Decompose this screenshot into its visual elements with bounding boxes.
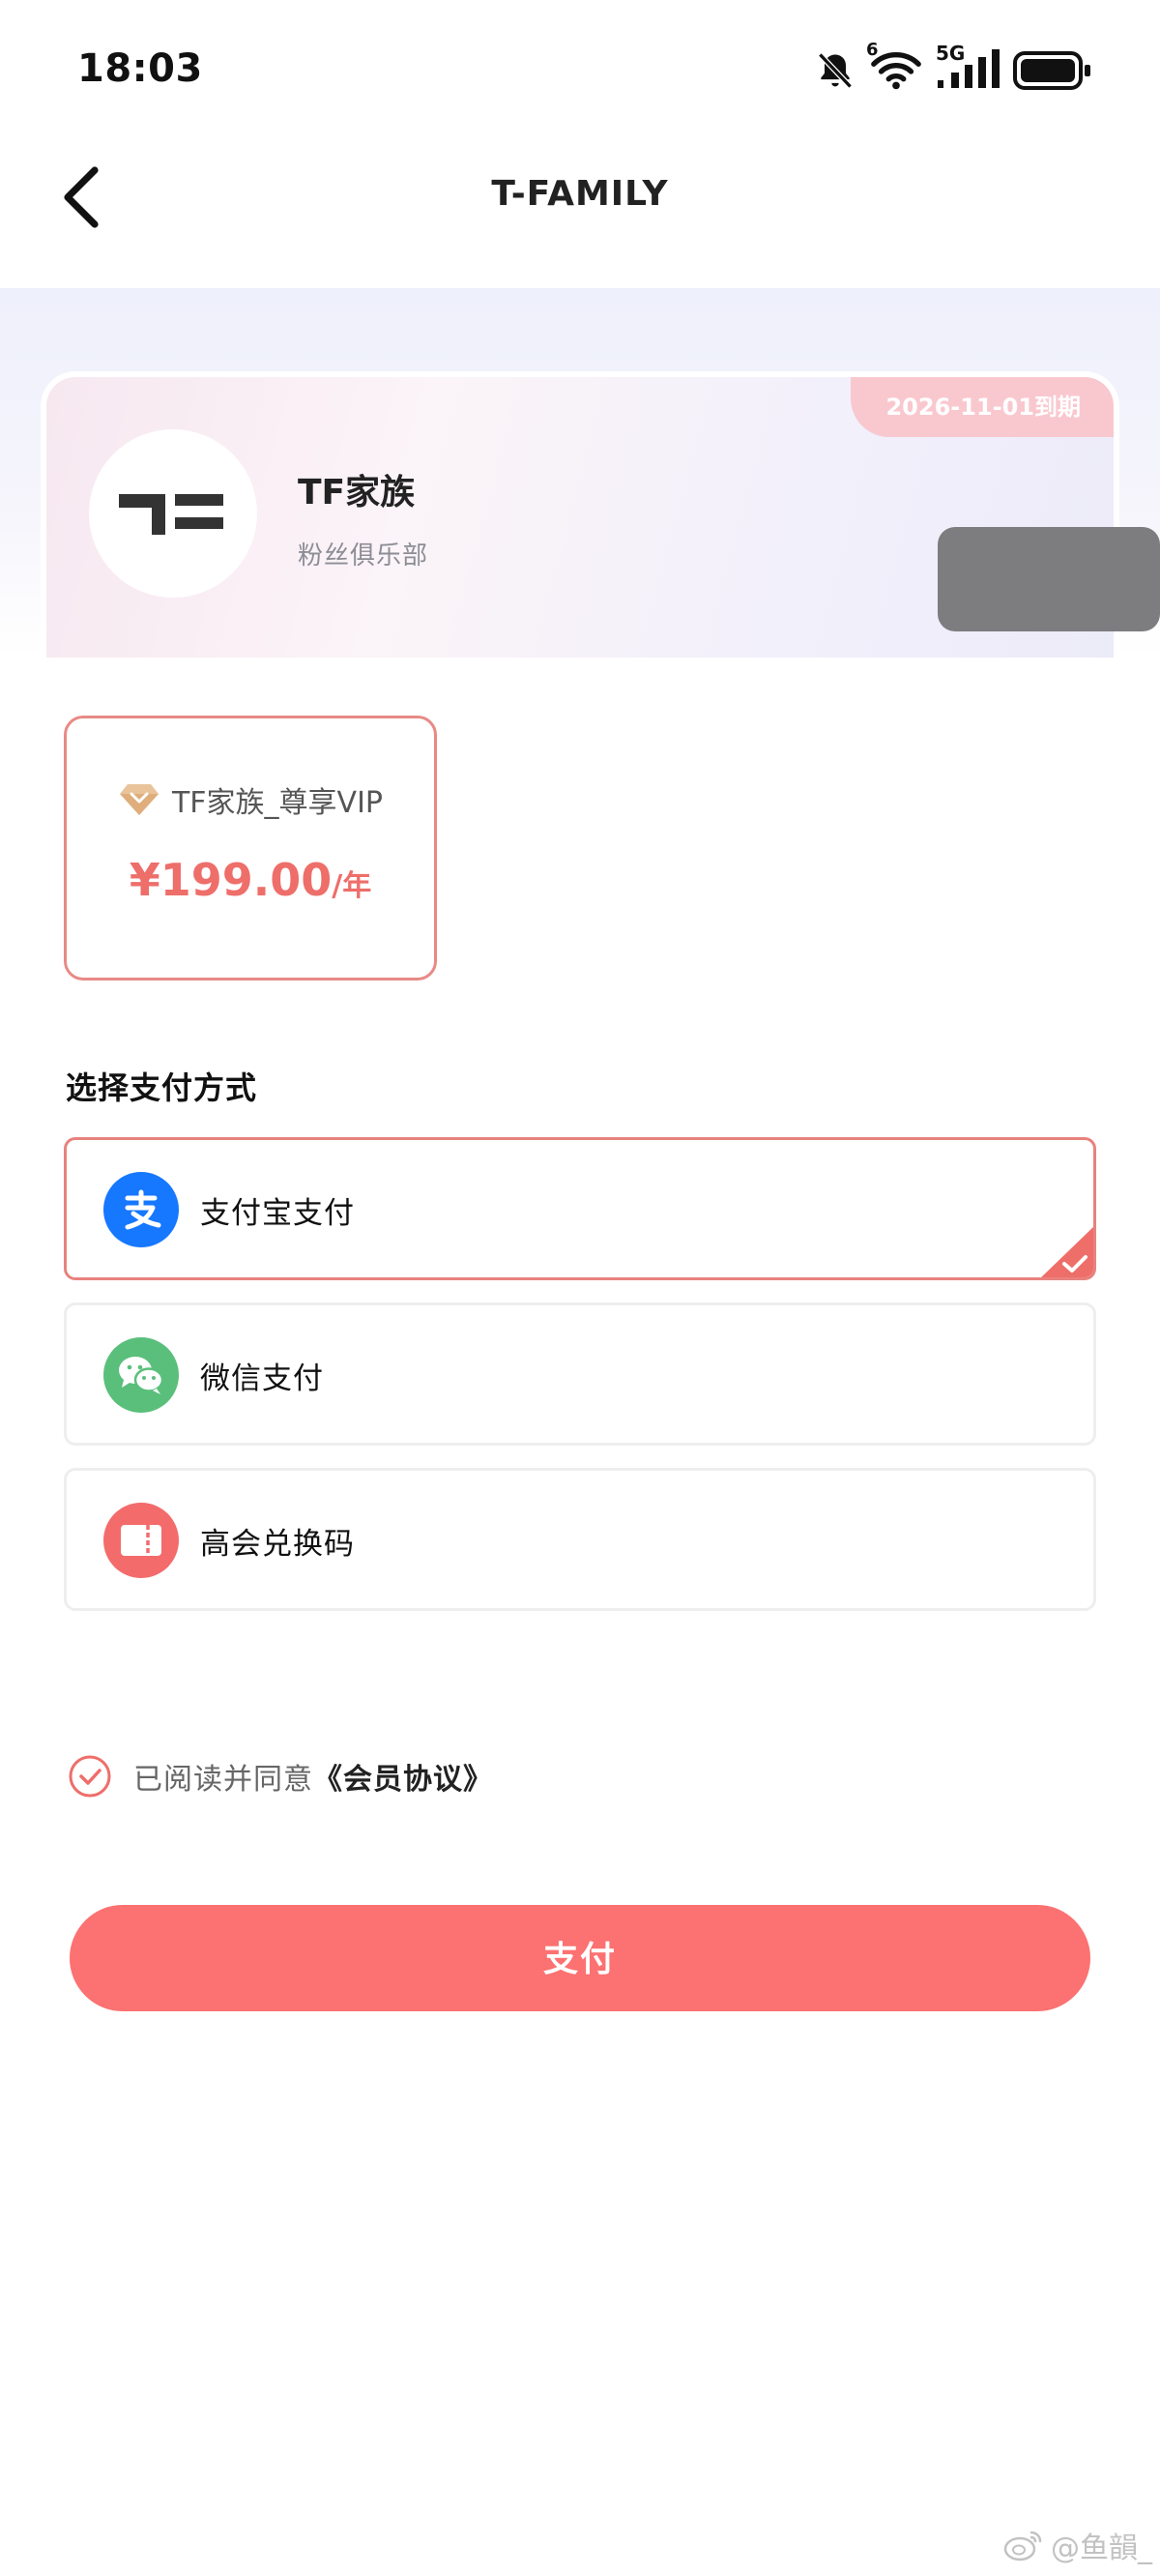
bell-muted-icon bbox=[814, 49, 856, 92]
nav-bar: T-FAMILY bbox=[0, 145, 1160, 251]
plan-card-vip[interactable]: TF家族_尊享VIP ¥199.00/年 bbox=[64, 716, 437, 981]
battery-icon bbox=[1013, 49, 1092, 92]
ticket-icon bbox=[103, 1503, 179, 1578]
weibo-icon bbox=[1003, 2531, 1042, 2561]
status-time: 18:03 bbox=[77, 46, 203, 91]
agreement-checkbox-icon[interactable] bbox=[68, 1754, 112, 1799]
agreement-row[interactable]: 已阅读并同意《会员协议》 bbox=[68, 1754, 493, 1799]
club-subtitle: 粉丝俱乐部 bbox=[298, 542, 429, 571]
plan-name: TF家族_尊享VIP bbox=[171, 786, 384, 820]
expiry-badge: 2026-11-01到期 bbox=[851, 377, 1114, 437]
payment-option-wechat[interactable]: 微信支付 bbox=[64, 1303, 1096, 1446]
network-label: 5G bbox=[936, 42, 966, 65]
wifi-icon: 6 bbox=[866, 42, 922, 92]
diamond-icon bbox=[119, 784, 159, 815]
agreement-link[interactable]: 《会员协议》 bbox=[313, 1763, 493, 1797]
payment-option-alipay[interactable]: 支付宝支付 bbox=[64, 1137, 1096, 1280]
status-icons: 6 5G bbox=[814, 42, 1092, 95]
agreement-text: 已阅读并同意 bbox=[133, 1763, 313, 1797]
watermark: @鱼韻_ bbox=[1002, 2524, 1152, 2566]
pay-button[interactable]: 支付 bbox=[70, 1905, 1090, 2011]
watermark-text: @鱼韻_ bbox=[1051, 2532, 1152, 2565]
plan-price-row: ¥199.00/年 bbox=[67, 854, 434, 906]
plan-unit: /年 bbox=[332, 869, 372, 903]
plan-price: ¥199.00 bbox=[129, 854, 333, 906]
status-bar: 18:03 6 5G bbox=[0, 0, 1160, 145]
selected-check-icon bbox=[1041, 1226, 1093, 1277]
payment-page: 18:03 6 5G T-FAMILY 2026-11-01到期 TF家族 粉丝… bbox=[0, 0, 1160, 2576]
signal-icon: 5G bbox=[936, 44, 1000, 92]
alipay-icon bbox=[103, 1172, 179, 1247]
club-name: TF家族 bbox=[298, 473, 416, 512]
payment-option-redeem-code[interactable]: 高会兑换码 bbox=[64, 1468, 1096, 1611]
wechat-icon bbox=[103, 1337, 179, 1413]
payment-option-label: 支付宝支付 bbox=[200, 1196, 355, 1231]
page-title: T-FAMILY bbox=[491, 174, 669, 214]
plan-name-row: TF家族_尊享VIP bbox=[67, 778, 434, 821]
payment-option-label: 微信支付 bbox=[200, 1361, 324, 1396]
club-avatar bbox=[89, 429, 257, 598]
wifi-badge: 6 bbox=[866, 40, 879, 60]
payment-section-title: 选择支付方式 bbox=[66, 1069, 258, 1106]
tf-logo-icon bbox=[119, 494, 223, 535]
payment-option-label: 高会兑换码 bbox=[200, 1527, 355, 1562]
redaction-block bbox=[938, 527, 1160, 631]
